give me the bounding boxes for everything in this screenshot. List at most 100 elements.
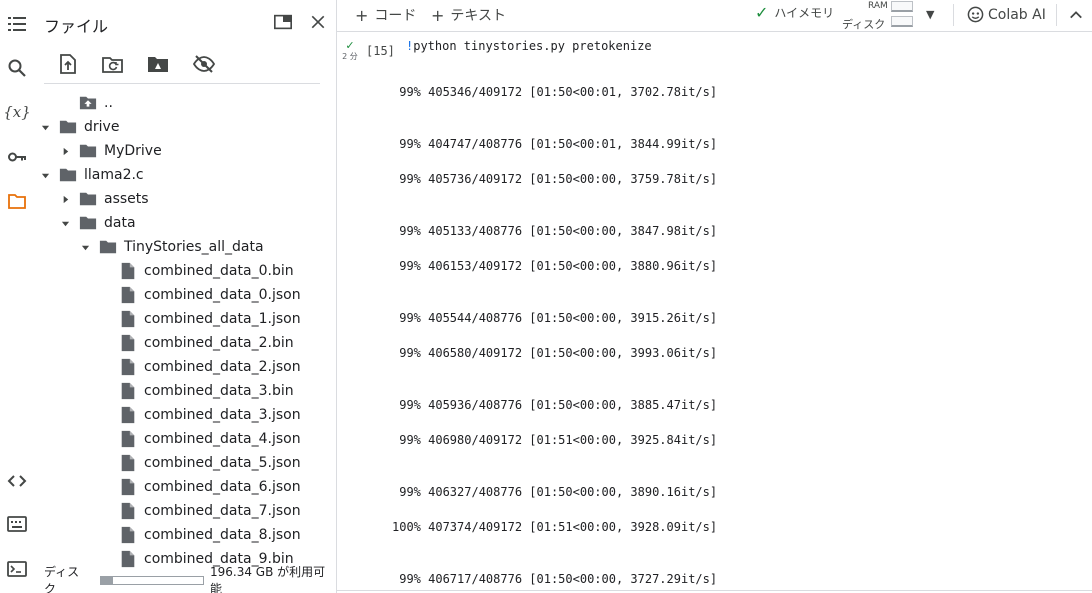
folder-item[interactable]: drive [38,115,119,139]
resource-meters[interactable]: RAM ディスク [842,0,922,31]
caret-down-icon[interactable] [38,120,52,134]
caret-right-icon[interactable] [58,144,72,158]
disk-meter-label: ディスク [842,18,886,31]
ram-meter [891,1,913,12]
folder-item[interactable]: llama2.c [38,163,144,187]
file-item[interactable]: combined_data_3.bin [98,379,294,403]
file-item[interactable]: combined_data_0.bin [98,259,294,283]
caret-spacer [98,480,112,494]
file-icon [118,405,138,425]
file-item[interactable]: combined_data_6.json [98,475,301,499]
colab-ai-label: Colab AI [988,6,1046,23]
ram-label: RAM [868,1,888,11]
open-in-tab-icon[interactable] [272,11,294,33]
output-line: 99% 405133/408776 [01:50<00:00, 3847.98i… [392,224,718,238]
close-icon[interactable] [307,11,329,33]
command-palette-icon[interactable] [6,513,28,535]
file-icon [118,381,138,401]
folder-item[interactable]: assets [58,187,149,211]
output-line: 99% 406717/408776 [01:50<00:00, 3727.29i… [392,572,718,586]
add-text-button[interactable]: + テキスト [431,5,506,25]
tree-item-label: combined_data_6.json [144,479,301,495]
file-icon [118,357,138,377]
caret-down-icon[interactable] [58,216,72,230]
file-icon [118,549,138,569]
output-line: 99% 406580/409172 [01:50<00:00, 3993.06i… [392,346,718,360]
execution-time: 2 分 [342,52,358,61]
colab-ai-button[interactable]: Colab AI [967,6,1046,23]
parent-dir-item[interactable]: .. [58,91,113,115]
tree-item-label: combined_data_0.json [144,287,301,303]
upload-file-icon[interactable] [56,52,80,76]
file-icon [118,525,138,545]
refresh-folder-icon[interactable] [101,52,125,76]
file-item[interactable]: combined_data_3.json [98,403,301,427]
caret-spacer [98,288,112,302]
output-line: 99% 405936/408776 [01:50<00:00, 3885.47i… [392,398,718,412]
caret-spacer [98,360,112,374]
code-cell[interactable]: ✓ 2 分 [15] !python tinystories.py pretok… [337,33,1092,593]
code-snippets-icon[interactable] [6,470,28,492]
file-item[interactable]: combined_data_7.json [98,499,301,523]
connected-check-icon: ✓ [755,3,769,22]
file-icon [118,429,138,449]
chevron-down-icon[interactable]: ▼ [926,8,934,21]
variables-icon[interactable]: {x} [3,101,31,123]
add-code-button[interactable]: + コード [355,5,416,25]
toolbar-separator [1056,4,1057,26]
caret-right-icon[interactable] [58,192,72,206]
left-icon-rail: {x} [0,0,34,593]
file-item[interactable]: combined_data_1.json [98,307,301,331]
caret-spacer [98,384,112,398]
execution-done-icon: ✓ [345,39,355,52]
terminal-icon[interactable] [6,558,28,580]
folder-item[interactable]: MyDrive [58,139,162,163]
file-item[interactable]: combined_data_4.json [98,427,301,451]
code-editor[interactable]: !python tinystories.py pretokenize [406,39,652,53]
file-item[interactable]: combined_data_0.json [98,283,301,307]
output-line: 100% 407374/409172 [01:51<00:00, 3928.09… [392,520,718,534]
file-item[interactable]: combined_data_2.bin [98,331,294,355]
output-line: 99% 405346/409172 [01:50<00:01, 3702.78i… [392,85,718,99]
caret-spacer [98,504,112,518]
mount-drive-icon[interactable] [146,52,170,76]
table-of-contents-icon[interactable] [6,13,28,35]
output-line: 99% 404747/408776 [01:50<00:01, 3844.99i… [392,137,718,151]
file-item[interactable]: combined_data_2.json [98,355,301,379]
add-text-label: テキスト [450,8,506,24]
tree-item-label: combined_data_4.json [144,431,301,447]
tree-item-label: combined_data_3.json [144,407,301,423]
file-tree: .. drive MyDrive llama2.c assets data TinyStor… [34,91,334,569]
tree-item-label: .. [104,95,113,111]
disk-label: ディスク [44,565,80,593]
file-item[interactable]: combined_data_5.json [98,451,301,475]
runtime-status[interactable]: ✓ ハイメモリ [755,3,834,22]
folder-item[interactable]: TinyStories_all_data [78,235,264,259]
tree-item-label: combined_data_8.json [144,527,301,543]
secrets-key-icon[interactable] [6,146,28,168]
file-item[interactable]: combined_data_8.json [98,523,301,547]
tree-item-label: combined_data_3.bin [144,383,294,399]
tree-item-label: combined_data_2.json [144,359,301,375]
folder-item[interactable]: data [58,211,136,235]
caret-spacer [98,264,112,278]
plus-icon: + [355,5,369,25]
tree-item-label: drive [84,119,120,135]
files-icon[interactable] [6,190,28,212]
caret-down-icon[interactable] [38,168,52,182]
file-icon [118,501,138,521]
tree-item-label: combined_data_2.bin [144,335,294,351]
file-icon [118,333,138,353]
caret-spacer [58,96,72,110]
file-icon [118,285,138,305]
caret-spacer [98,456,112,470]
tree-item-label: combined_data_1.json [144,311,301,327]
chevron-up-icon[interactable] [1069,7,1083,26]
caret-down-icon[interactable] [78,240,92,254]
hide-files-icon[interactable] [192,52,216,76]
caret-spacer [98,528,112,542]
tree-item-label: llama2.c [84,167,144,183]
tree-item-label: assets [104,191,149,207]
disk-usage-meter [100,575,204,585]
search-icon[interactable] [6,57,28,79]
